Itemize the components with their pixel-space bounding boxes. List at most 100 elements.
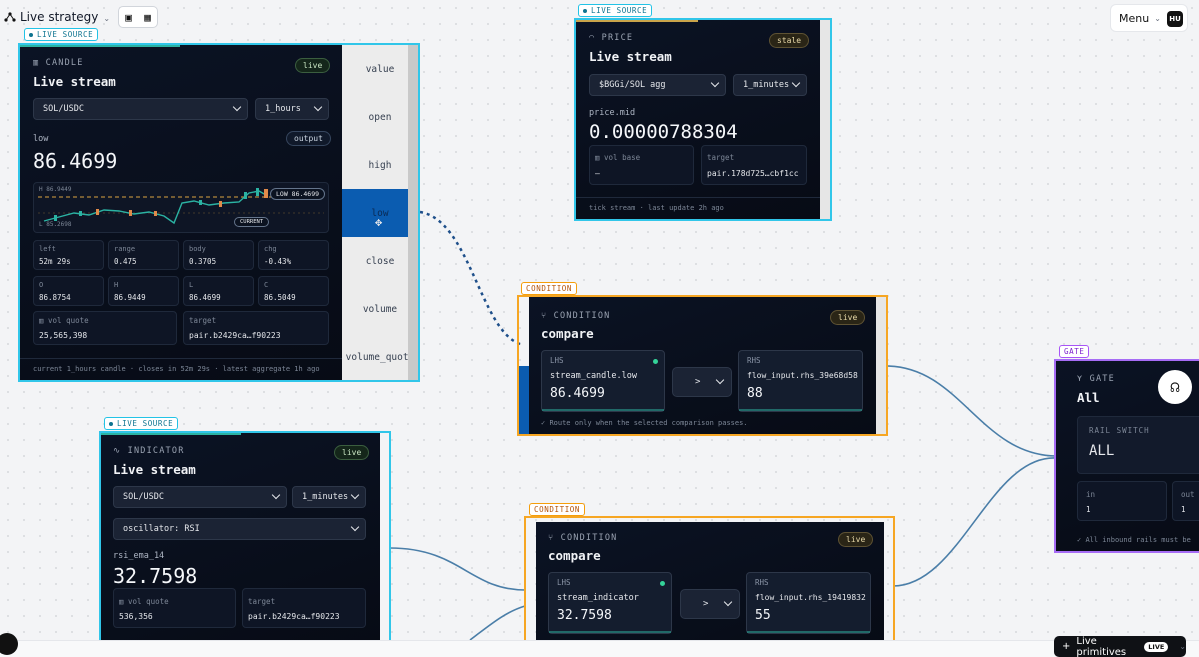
pair-select[interactable]: SOL/USDC (113, 486, 287, 508)
rail-switch[interactable]: RAIL SWITCH ALL (1077, 416, 1199, 474)
vol-base-cell: ▥ vol base — (589, 145, 694, 185)
gauge-icon: ◠ (589, 33, 596, 43)
support-headset-icon[interactable]: ☊ (1158, 370, 1192, 404)
status-badge: live (838, 532, 874, 547)
view-toggle[interactable]: ▣ ▦ (118, 6, 158, 28)
chevron-down-icon: ⌄ (1179, 642, 1186, 651)
lhs-operand[interactable]: LHS stream_indicator 32.7598 (548, 572, 672, 634)
condition-node[interactable]: ⑂ CONDITION compare live LHS stream_candl… (529, 297, 876, 434)
status-badge: live (830, 310, 866, 325)
price-label: ◠ PRICE (589, 33, 634, 43)
chevron-down-icon (271, 490, 281, 500)
chart-low-badge: LOW 86.4699 (270, 188, 326, 200)
chevron-down-icon (313, 102, 323, 112)
wire-indicator-to-condition2 (389, 547, 526, 591)
indicator-node-tag: LIVE SOURCE (104, 417, 179, 430)
wire-condition1-to-gate (885, 365, 1057, 457)
price-node-edge (820, 20, 830, 219)
field-label: price.mid (589, 108, 636, 118)
panel-icon[interactable]: ▣ (119, 7, 138, 27)
indicator-value: 32.7598 (113, 564, 198, 588)
chevron-down-icon (791, 78, 801, 88)
condition-footer: ✓ Route only when the selected compariso… (541, 419, 748, 427)
chart-icon: ▥ (39, 316, 44, 325)
candle-chart: H 86.9449 L 85.2698 LOW 86.4699 CURRENT (33, 182, 329, 233)
strategy-selector[interactable]: Live strategy ⌄ (20, 10, 110, 24)
stat-cell: body 0.3705 (183, 240, 254, 270)
bottom-toolbar (0, 640, 1199, 657)
indicator-progress (101, 433, 241, 435)
indicator-node[interactable]: ∿ INDICATOR Live stream live SOL/USDC 1_… (101, 433, 380, 641)
status-badge: live (334, 445, 370, 460)
operator-select[interactable]: > (680, 589, 740, 619)
stat-cell: C 86.5049 (258, 276, 329, 306)
grid-icon[interactable]: ▦ (138, 7, 157, 27)
field-menu-item[interactable]: high (342, 141, 418, 189)
chevron-down-icon (710, 78, 720, 88)
pair-select[interactable]: $BGGi/SOL agg (589, 74, 726, 96)
target-cell: target pair.178d725…cbf1cc (701, 145, 807, 185)
field-menu-scrollbar[interactable] (408, 45, 418, 380)
live-primitives-button[interactable]: + Live primitives LIVE ⌄ (1054, 636, 1186, 657)
vol-quote-cell: ▥ vol quote 536,356 (113, 588, 236, 628)
vol-quote-cell: ▥ vol quote 25,565,398 (33, 311, 177, 345)
stat-cell: O 86.8754 (33, 276, 104, 306)
condition-node[interactable]: ⑂ CONDITION compare live LHS stream_indic… (536, 522, 884, 642)
chart-high-label: H 86.9449 (39, 186, 72, 193)
chevron-down-icon (350, 490, 360, 500)
pair-select[interactable]: SOL/USDC (33, 98, 248, 120)
price-progress (576, 20, 698, 22)
price-node[interactable]: ◠ PRICE Live stream stale $BGGi/SOL agg … (576, 20, 820, 219)
chart-icon: ▥ (33, 58, 40, 68)
live-dot (653, 359, 658, 364)
gate-node-tag: GATE (1059, 345, 1090, 358)
condition-label: ⑂ CONDITION (548, 533, 618, 543)
branch-icon: ⑂ (548, 533, 555, 543)
pulse-icon: ∿ (113, 446, 122, 456)
avatar[interactable]: HU (1167, 11, 1183, 27)
stat-cell: chg -0.43% (258, 240, 329, 270)
chart-icon: ▥ (119, 597, 124, 606)
price-node-tag: LIVE SOURCE (578, 4, 653, 17)
lhs-operand[interactable]: LHS stream_candle.low 86.4699 (541, 350, 665, 412)
strategy-title: Live strategy (20, 10, 99, 24)
stat-cell: left 52m 29s (33, 240, 104, 270)
condition-port[interactable] (519, 366, 529, 434)
rhs-operand[interactable]: RHS flow_input.rhs_39e68d58 88 (738, 350, 863, 412)
chart-low-label: L 85.2698 (39, 221, 72, 228)
interval-select[interactable]: 1_minutes (292, 486, 366, 508)
field-menu-item[interactable]: volume (342, 285, 418, 333)
menu-button[interactable]: Menu ⌄ HU (1110, 4, 1188, 32)
field-menu-item[interactable]: open (342, 93, 418, 141)
out-count: out 1 (1172, 481, 1199, 521)
field-menu-item[interactable]: volume_quote (342, 333, 418, 381)
oscillator-select[interactable]: oscillator: RSI (113, 518, 366, 540)
operator-select[interactable]: > (672, 367, 732, 397)
gate-label: ⋎ GATE (1077, 374, 1115, 384)
field-menu-item-active[interactable]: low (342, 189, 418, 237)
chart-icon: ▥ (595, 153, 600, 162)
condition-node-tag: CONDITION (529, 503, 586, 516)
output-badge[interactable]: output (286, 131, 331, 146)
check-circle-icon: ✓ (1077, 536, 1082, 544)
interval-select[interactable]: 1_minutes (733, 74, 807, 96)
field-label: rsi_ema_14 (113, 551, 165, 561)
candle-node[interactable]: ▥ CANDLE Live stream live SOL/USDC 1_hou… (20, 45, 342, 380)
candle-label: ▥ CANDLE (33, 58, 84, 68)
candle-title: Live stream (33, 74, 116, 89)
chevron-down-icon (723, 597, 733, 607)
stat-cell: L 86.4699 (183, 276, 254, 306)
wire-condition2-to-gate (892, 457, 1057, 587)
field-menu-item[interactable]: value (342, 45, 418, 93)
field-label: low (33, 134, 49, 144)
field-menu[interactable]: value open high low close volume volume_… (342, 45, 418, 380)
indicator-title: Live stream (113, 462, 196, 477)
rhs-operand[interactable]: RHS flow_input.rhs_19419832 55 (746, 572, 871, 634)
field-menu-item[interactable]: close (342, 237, 418, 285)
interval-select[interactable]: 1_hours (255, 98, 329, 120)
gate-footer: ✓ All inbound rails must be (1077, 536, 1191, 544)
gate-title: All (1077, 390, 1100, 405)
menu-label: Menu (1119, 11, 1150, 25)
price-footer: tick stream · last update 2h ago (589, 204, 724, 212)
condition-node-tag: CONDITION (521, 282, 578, 295)
